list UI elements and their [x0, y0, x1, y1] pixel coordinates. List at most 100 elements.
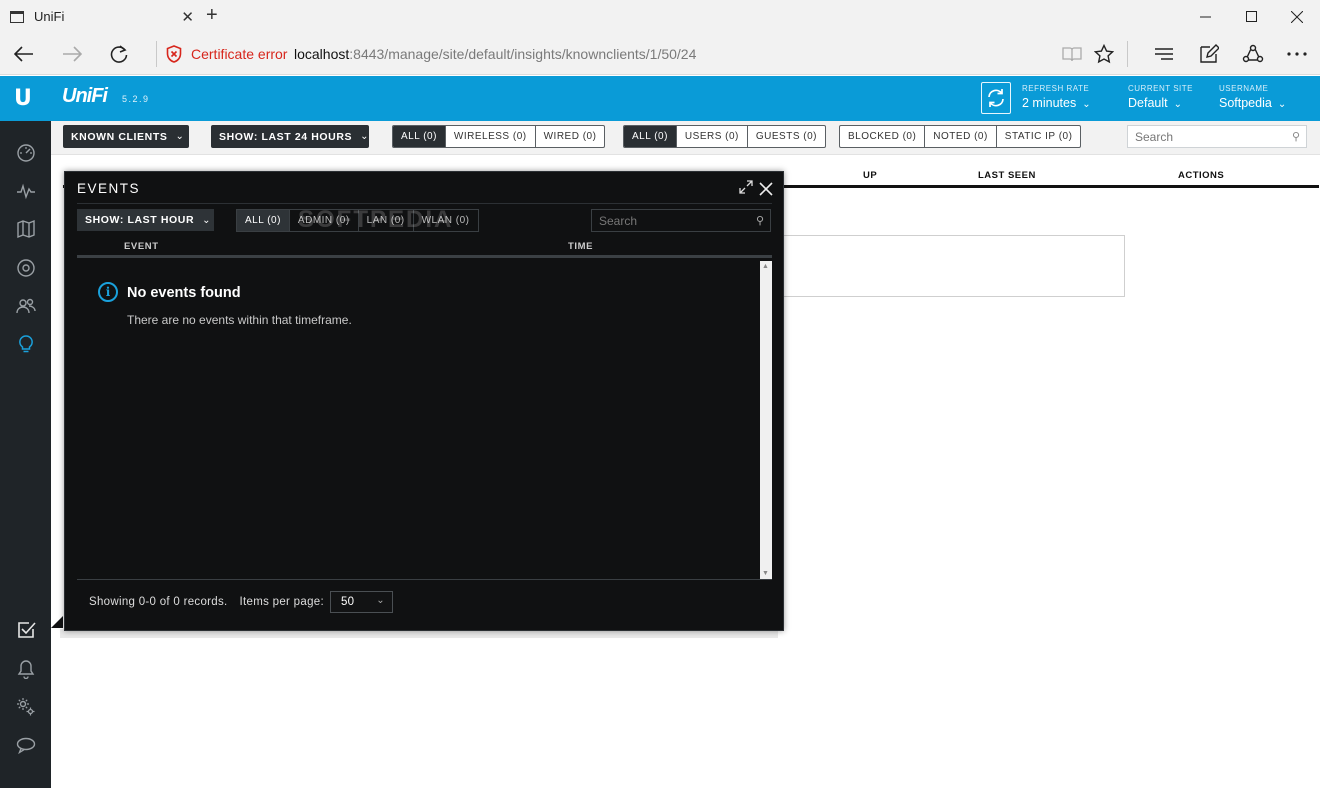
events-time-dropdown[interactable]: SHOW: LAST HOUR ⌄ [77, 209, 214, 231]
web-note-icon[interactable] [1189, 33, 1229, 75]
refresh-icon[interactable] [99, 33, 139, 75]
forward-icon[interactable] [52, 33, 92, 75]
window-close-icon[interactable] [1274, 0, 1320, 33]
events-pagination-footer: Showing 0-0 of 0 records. Items per page… [89, 591, 393, 613]
map-icon[interactable] [14, 217, 38, 241]
column-time[interactable]: TIME [568, 241, 593, 252]
username-value: Softpedia [1219, 96, 1272, 110]
minimize-icon[interactable] [1182, 0, 1228, 33]
filter-guests[interactable]: GUESTS (0) [748, 126, 825, 147]
column-last-seen[interactable]: LAST SEEN [978, 170, 1036, 181]
ubiquiti-logo[interactable]: U [14, 86, 32, 111]
items-per-page-value: 50 [340, 596, 355, 608]
search-icon: ⚲ [1291, 131, 1300, 143]
share-icon[interactable] [1233, 33, 1273, 75]
address-bar[interactable]: localhost:8443/manage/site/default/insig… [294, 33, 696, 75]
events-modal-title: EVENTS [77, 181, 141, 196]
column-up[interactable]: UP [863, 170, 877, 181]
tab-page-icon [10, 10, 24, 23]
app-header: U UniFi 5.2.9 REFRESH RATE 2 minutes ⌄ CU… [0, 76, 1320, 121]
empty-state-description: There are no events within that timefram… [127, 313, 352, 327]
chevron-down-icon: ⌄ [376, 595, 385, 606]
refresh-rate-label: REFRESH RATE [1022, 84, 1090, 93]
clients-icon[interactable] [14, 294, 38, 318]
nav-separator [1127, 41, 1128, 67]
chevron-down-icon: ⌄ [360, 131, 370, 142]
events-search-placeholder: Search [599, 213, 638, 228]
back-icon[interactable] [4, 33, 44, 75]
events-table-body: i No events found There are no events wi… [77, 261, 772, 580]
shield-error-icon [166, 45, 182, 63]
settings-icon[interactable] [14, 695, 38, 719]
url-host: localhost [294, 46, 350, 62]
sidebar [0, 121, 51, 788]
time-range-dropdown[interactable]: SHOW: LAST 24 HOURS ⌄ [211, 125, 369, 148]
client-type-filter-group: ALL (0) USERS (0) GUESTS (0) [623, 125, 826, 148]
filter-static-ip[interactable]: STATIC IP (0) [997, 126, 1081, 147]
expand-icon[interactable] [739, 180, 753, 197]
new-tab-button[interactable]: + [206, 4, 218, 27]
app-version: 5.2.9 [122, 94, 150, 104]
filter-all-connections[interactable]: ALL (0) [393, 126, 446, 147]
more-icon[interactable] [1277, 33, 1317, 75]
maximize-icon[interactable] [1228, 0, 1274, 33]
events-filter-all[interactable]: ALL (0) [237, 210, 290, 231]
status-filter-group: BLOCKED (0) NOTED (0) STATIC IP (0) [839, 125, 1082, 148]
browser-tab[interactable]: UniFi ✕ [0, 0, 200, 33]
unifi-brand: UniFi [62, 85, 108, 107]
filter-users[interactable]: USERS (0) [677, 126, 748, 147]
info-icon: i [98, 282, 118, 302]
events-filter-admin[interactable]: ADMIN (0) [290, 210, 359, 231]
scroll-down-icon[interactable]: ▼ [762, 570, 769, 577]
statistics-icon[interactable] [14, 179, 38, 203]
favorite-star-icon[interactable] [1084, 33, 1124, 75]
items-per-page-label: Items per page: [239, 596, 324, 608]
clients-search-input[interactable]: Search ⚲ [1127, 125, 1307, 148]
time-range-label: SHOW: LAST 24 HOURS [219, 130, 353, 143]
modal-pointer [51, 616, 63, 628]
events-search-input[interactable]: Search ⚲ [591, 209, 771, 232]
column-event[interactable]: EVENT [124, 241, 159, 252]
alerts-icon[interactable] [14, 657, 38, 681]
modal-divider [77, 203, 772, 204]
dashboard-icon[interactable] [14, 141, 38, 165]
insights-icon[interactable] [14, 332, 38, 356]
url-path: :8443/manage/site/default/insights/known… [349, 46, 697, 62]
certificate-error-indicator[interactable]: Certificate error [166, 33, 287, 75]
chat-icon[interactable] [14, 733, 38, 757]
username-menu[interactable]: USERNAME Softpedia ⌄ [1219, 84, 1286, 110]
events-scrollbar[interactable]: ▲ ▼ [760, 261, 772, 579]
filter-all-types[interactable]: ALL (0) [624, 126, 677, 147]
events-filter-group: ALL (0) ADMIN (0) LAN (0) WLAN (0) [236, 209, 479, 232]
current-site-selector[interactable]: CURRENT SITE Default ⌄ [1128, 84, 1193, 110]
chevron-down-icon: ⌄ [1173, 99, 1182, 110]
tasks-icon[interactable] [14, 618, 38, 642]
browser-navbar: Certificate error localhost:8443/manage/… [0, 33, 1320, 75]
column-actions: ACTIONS [1178, 170, 1225, 181]
filter-noted[interactable]: NOTED (0) [925, 126, 997, 147]
devices-icon[interactable] [14, 256, 38, 280]
events-filter-wlan[interactable]: WLAN (0) [414, 210, 478, 231]
scroll-up-icon[interactable]: ▲ [762, 263, 769, 270]
filter-wired[interactable]: WIRED (0) [536, 126, 605, 147]
connection-filter-group: ALL (0) WIRELESS (0) WIRED (0) [392, 125, 606, 148]
items-per-page-select[interactable]: 50 ⌄ [329, 591, 393, 613]
chevron-down-icon: ⌄ [202, 214, 212, 226]
filter-blocked[interactable]: BLOCKED (0) [840, 126, 926, 147]
modal-close-icon[interactable] [759, 177, 773, 202]
events-filter-lan[interactable]: LAN (0) [359, 210, 414, 231]
view-dropdown-label: KNOWN CLIENTS [71, 130, 168, 143]
tab-close-icon[interactable]: ✕ [181, 8, 194, 26]
view-dropdown[interactable]: KNOWN CLIENTS ⌄ [63, 125, 189, 148]
chevron-down-icon: ⌄ [1277, 99, 1287, 110]
chevron-down-icon: ⌄ [175, 131, 185, 142]
hub-icon[interactable] [1144, 33, 1184, 75]
refresh-rate-selector[interactable]: REFRESH RATE 2 minutes ⌄ [1022, 84, 1091, 110]
chevron-down-icon: ⌄ [1082, 99, 1091, 110]
refresh-button[interactable] [981, 82, 1011, 114]
search-placeholder: Search [1135, 129, 1174, 144]
current-site-value: Default [1128, 96, 1168, 110]
username-label: USERNAME [1219, 84, 1269, 93]
filter-wireless[interactable]: WIRELESS (0) [446, 126, 536, 147]
tab-title: UniFi [34, 9, 65, 24]
